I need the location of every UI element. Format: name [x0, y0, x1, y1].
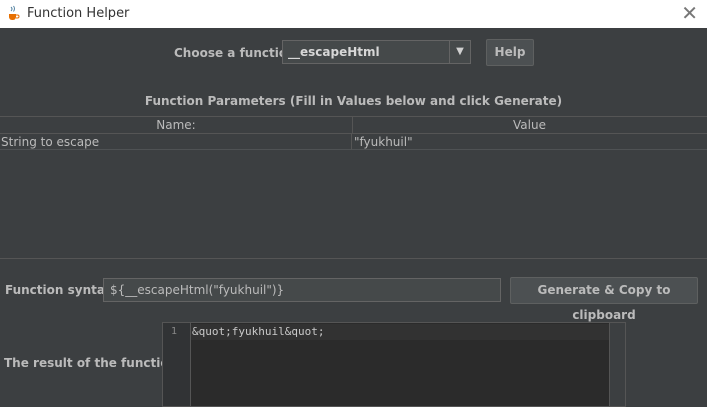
table-cell-value[interactable]: "fyukhuil"	[352, 134, 707, 150]
result-text[interactable]: &quot;fyukhuil&quot;	[192, 325, 324, 338]
line-number-gutter: 1	[163, 323, 191, 406]
vertical-scrollbar[interactable]	[609, 323, 625, 406]
column-header-name[interactable]: Name:	[0, 117, 353, 134]
window-title: Function Helper	[27, 6, 130, 21]
function-syntax-input[interactable]	[103, 278, 501, 302]
choose-function-label: Choose a function	[174, 46, 296, 60]
result-editor[interactable]: 1 &quot;fyukhuil&quot;	[162, 322, 626, 407]
section-divider	[0, 258, 707, 259]
function-select[interactable]: __escapeHtml ▼	[282, 40, 471, 64]
function-select-value: __escapeHtml	[288, 45, 380, 59]
parameters-table: Name: Value String to escape "fyukhuil"	[0, 116, 707, 258]
function-syntax-label: Function syntax:	[5, 283, 118, 297]
java-cup-icon	[9, 5, 20, 20]
table-cell-name[interactable]: String to escape	[0, 134, 352, 150]
title-bar: Function Helper ✕	[0, 0, 707, 28]
close-icon[interactable]: ✕	[681, 3, 698, 23]
column-header-value[interactable]: Value	[352, 117, 707, 134]
help-button[interactable]: Help	[486, 39, 534, 66]
chevron-down-icon[interactable]: ▼	[449, 41, 470, 63]
line-number: 1	[171, 326, 178, 337]
parameters-title: Function Parameters (Fill in Values belo…	[144, 94, 563, 108]
generate-copy-button[interactable]: Generate & Copy to clipboard	[510, 277, 698, 322]
